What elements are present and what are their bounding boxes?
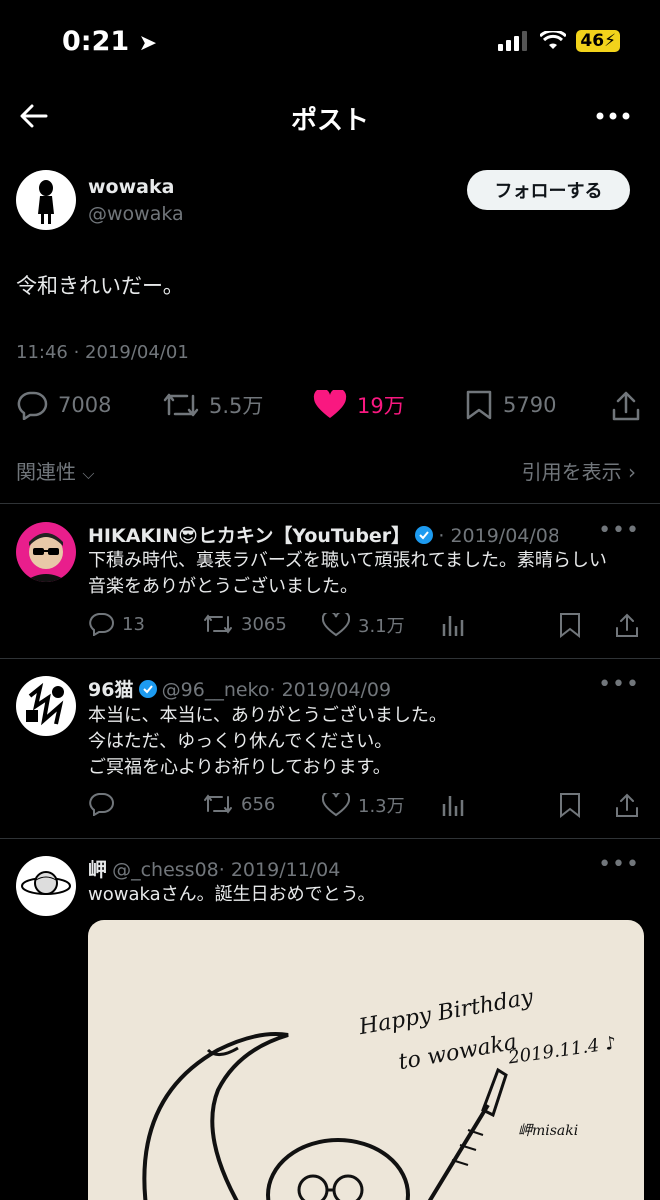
reply-author-name[interactable]: 岬 — [88, 859, 107, 881]
reply-handle[interactable]: @_chess08 — [112, 859, 219, 881]
reply-like-action[interactable]: 3.1万 — [322, 612, 405, 638]
share-icon[interactable] — [610, 390, 642, 426]
location-arrow-icon: ➤ — [138, 31, 158, 56]
repost-icon — [204, 794, 232, 814]
bookmark-icon[interactable] — [558, 612, 582, 642]
divider — [0, 838, 660, 839]
bookmark-icon — [466, 390, 492, 420]
reply-more-icon[interactable]: ••• — [598, 672, 640, 697]
planet-drawing-icon — [21, 871, 71, 895]
repost-icon — [163, 393, 199, 417]
wifi-icon — [540, 31, 567, 49]
reply-text: 下積み時代、裏表ラバーズを聴いて頑張れてました。素晴らしい 音楽をありがとうござ… — [88, 550, 607, 597]
heart-filled-icon — [313, 390, 347, 418]
divider — [0, 503, 660, 504]
reply-action[interactable]: 7008 — [16, 390, 111, 420]
reply-avatar-hikakin[interactable] — [16, 522, 76, 582]
signal-icon — [498, 31, 528, 51]
author-avatar[interactable] — [16, 170, 76, 230]
battery-indicator: 46⚡ — [576, 30, 620, 52]
author-handle[interactable]: @wowaka — [88, 203, 184, 225]
share-icon[interactable] — [614, 792, 640, 822]
reply-date: · 2019/11/04 — [218, 859, 341, 881]
comment-icon — [89, 613, 114, 636]
comment-icon — [89, 793, 114, 816]
reply-header: 岬 @_chess08· 2019/11/04 — [88, 855, 558, 882]
handwritten-signature: 岬misaki — [518, 1123, 579, 1139]
verified-badge-icon — [415, 526, 434, 544]
drawing-icon — [26, 682, 64, 726]
reply-repost-action[interactable]: 3065 — [203, 612, 287, 636]
like-action[interactable]: 19万 — [313, 390, 405, 420]
reply-more-icon[interactable]: ••• — [598, 518, 640, 543]
reply-avatar-96neko[interactable] — [16, 676, 76, 736]
reply-text: wowakaさん。誕生日おめでとう。 — [88, 884, 376, 905]
comment-icon — [17, 391, 48, 420]
chevron-down-icon: ⌵ — [82, 464, 95, 483]
reply-repost-action[interactable]: 656 — [203, 792, 275, 816]
repost-icon — [204, 614, 232, 634]
silhouette-icon — [38, 180, 54, 224]
follow-button[interactable]: フォローする — [467, 170, 630, 210]
person-icon — [24, 533, 68, 582]
reply-comment-action[interactable]: 13 — [88, 612, 145, 636]
post-text: 令和きれいだー。 — [16, 274, 184, 298]
attached-image[interactable]: Happy Birthday to wowaka 2019.11.4 ♪ 岬mi… — [88, 920, 644, 1200]
view-quotes-link[interactable]: 引用を表示 › — [522, 456, 636, 485]
post-timestamp: 11:46 · 2019/04/01 — [16, 342, 189, 363]
reply-date: · 2019/04/08 — [438, 525, 558, 547]
reply-more-icon[interactable]: ••• — [598, 852, 640, 877]
more-options-icon[interactable] — [596, 104, 630, 132]
reply-author-name[interactable]: 96猫 — [88, 679, 133, 701]
reply-handle[interactable]: @96__neko — [162, 679, 270, 701]
reply-author-name[interactable]: HIKAKIN😎ヒカキン【YouTuber】 — [88, 525, 410, 547]
sort-dropdown[interactable]: 関連性 ⌵ — [16, 456, 95, 485]
reply-header: HIKAKIN😎ヒカキン【YouTuber】 · 2019/04/08 — [88, 521, 558, 548]
reply-comment-action[interactable] — [88, 792, 122, 816]
reply-avatar-chess08[interactable] — [16, 856, 76, 916]
verified-badge-icon — [138, 680, 157, 698]
heart-icon — [322, 793, 350, 817]
author-name[interactable]: wowaka — [88, 176, 174, 198]
status-indicators: 46⚡ — [498, 30, 620, 52]
reply-header: 96猫 @96__neko· 2019/04/09 — [88, 675, 558, 702]
reply-date: · 2019/04/09 — [269, 679, 392, 701]
heart-icon — [322, 613, 350, 637]
divider — [0, 658, 660, 659]
page-title: ポスト — [290, 106, 369, 136]
views-icon[interactable] — [440, 612, 466, 642]
repost-action[interactable]: 5.5万 — [163, 390, 263, 420]
reply-like-action[interactable]: 1.3万 — [322, 792, 405, 818]
bookmark-action[interactable]: 5790 — [465, 390, 556, 420]
bookmark-icon[interactable] — [558, 792, 582, 822]
reply-text: 本当に、本当に、ありがとうございました。 今はただ、ゆっくり休んでください。 ご… — [88, 705, 447, 778]
views-icon[interactable] — [440, 792, 466, 822]
share-icon[interactable] — [614, 612, 640, 642]
chevron-right-icon: › — [628, 460, 636, 484]
status-time: 0:21 ➤ — [62, 26, 158, 57]
